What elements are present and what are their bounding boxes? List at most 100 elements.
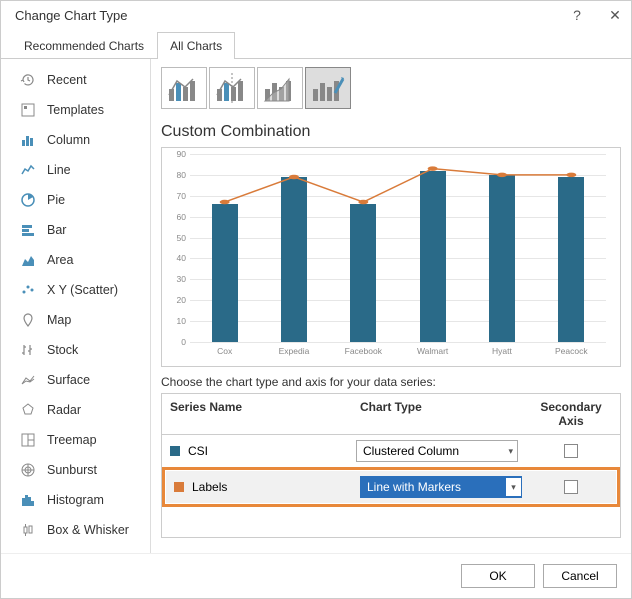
chevron-down-icon: ▾ (505, 478, 521, 496)
chart-bar (281, 177, 307, 342)
sidebar-label: Surface (47, 373, 90, 387)
pie-icon (19, 191, 37, 209)
sidebar-label: Treemap (47, 433, 97, 447)
combo-subtype-3[interactable] (257, 67, 303, 109)
series-name: CSI (188, 444, 208, 458)
sidebar-item-pie[interactable]: Pie (1, 185, 150, 215)
series-name: Labels (192, 480, 227, 494)
y-tick: 0 (181, 337, 186, 347)
series-row-csi: CSI Clustered Column▾ (162, 435, 620, 467)
sidebar-label: Stock (47, 343, 78, 357)
sidebar-item-scatter[interactable]: X Y (Scatter) (1, 275, 150, 305)
series-table: Series Name Chart Type Secondary Axis CS… (161, 393, 621, 538)
sidebar-label: Box & Whisker (47, 523, 129, 537)
chart-type-sidebar: Recent Templates Column Line Pie Bar Are… (1, 59, 151, 553)
close-button[interactable]: ✕ (607, 7, 623, 23)
sidebar-label: Line (47, 163, 71, 177)
templates-icon (19, 101, 37, 119)
section-title: Custom Combination (161, 123, 621, 141)
sidebar-item-line[interactable]: Line (1, 155, 150, 185)
recent-icon (19, 71, 37, 89)
sidebar-item-waterfall[interactable]: Waterfall (1, 545, 150, 553)
chart-bar (350, 204, 376, 342)
chart-preview[interactable]: 0 10 20 30 40 50 60 70 80 90 Cox Expedia Facebook Wa… (161, 147, 621, 367)
y-tick: 40 (177, 253, 186, 263)
sidebar-item-column[interactable]: Column (1, 125, 150, 155)
x-tick: Facebook (343, 342, 383, 364)
y-tick: 90 (177, 149, 186, 159)
chart-type-select-labels[interactable]: Line with Markers▾ (360, 476, 522, 498)
column-icon (19, 131, 37, 149)
sidebar-item-templates[interactable]: Templates (1, 95, 150, 125)
x-tick: Expedia (274, 342, 314, 364)
chart-bar (420, 171, 446, 342)
line-icon (19, 161, 37, 179)
sidebar-label: Column (47, 133, 90, 147)
sidebar-item-sunburst[interactable]: Sunburst (1, 455, 150, 485)
sidebar-label: Map (47, 313, 71, 327)
y-tick: 20 (177, 295, 186, 305)
chart-bar (212, 204, 238, 342)
header-chart-type: Chart Type (352, 394, 522, 434)
bar-icon (19, 221, 37, 239)
combo-subtype-2[interactable] (209, 67, 255, 109)
cancel-button[interactable]: Cancel (543, 564, 617, 588)
tab-all-charts[interactable]: All Charts (157, 32, 235, 59)
scatter-icon (19, 281, 37, 299)
chevron-down-icon: ▾ (508, 446, 513, 457)
combo-subtype-custom[interactable] (305, 67, 351, 109)
sidebar-item-stock[interactable]: Stock (1, 335, 150, 365)
secondary-axis-checkbox-csi[interactable] (564, 444, 578, 458)
series-swatch (170, 446, 180, 456)
x-tick: Cox (205, 342, 245, 364)
ok-button[interactable]: OK (461, 564, 535, 588)
series-row-labels: Labels Line with Markers▾ (166, 471, 616, 503)
sidebar-item-map[interactable]: Map (1, 305, 150, 335)
chart-bar (558, 177, 584, 342)
sidebar-label: Area (47, 253, 73, 267)
sidebar-label: Histogram (47, 493, 104, 507)
highlight-box: Labels Line with Markers▾ (162, 467, 620, 507)
sidebar-item-treemap[interactable]: Treemap (1, 425, 150, 455)
chart-bar (489, 175, 515, 342)
sidebar-item-surface[interactable]: Surface (1, 365, 150, 395)
sunburst-icon (19, 461, 37, 479)
choose-label: Choose the chart type and axis for your … (161, 375, 621, 389)
map-icon (19, 311, 37, 329)
combo-subtype-1[interactable] (161, 67, 207, 109)
sidebar-label: Radar (47, 403, 81, 417)
sidebar-item-area[interactable]: Area (1, 245, 150, 275)
header-series-name: Series Name (162, 394, 352, 434)
tab-recommended[interactable]: Recommended Charts (11, 32, 157, 59)
y-tick: 50 (177, 233, 186, 243)
y-tick: 10 (177, 316, 186, 326)
sidebar-label: Recent (47, 73, 87, 87)
histogram-icon (19, 491, 37, 509)
x-tick: Walmart (413, 342, 453, 364)
y-tick: 60 (177, 212, 186, 222)
sidebar-label: Bar (47, 223, 66, 237)
combo-subtype-row (161, 67, 621, 109)
area-icon (19, 251, 37, 269)
treemap-icon (19, 431, 37, 449)
x-tick: Hyatt (482, 342, 522, 364)
header-secondary-axis: Secondary Axis (522, 394, 620, 434)
radar-icon (19, 401, 37, 419)
sidebar-item-recent[interactable]: Recent (1, 65, 150, 95)
y-tick: 30 (177, 274, 186, 284)
stock-icon (19, 341, 37, 359)
series-swatch (174, 482, 184, 492)
sidebar-label: X Y (Scatter) (47, 283, 118, 297)
window-title: Change Chart Type (15, 8, 128, 23)
y-tick: 80 (177, 170, 186, 180)
chart-type-select-csi[interactable]: Clustered Column▾ (356, 440, 518, 462)
secondary-axis-checkbox-labels[interactable] (564, 480, 578, 494)
sidebar-item-boxwhisker[interactable]: Box & Whisker (1, 515, 150, 545)
sidebar-item-radar[interactable]: Radar (1, 395, 150, 425)
sidebar-item-histogram[interactable]: Histogram (1, 485, 150, 515)
help-button[interactable]: ? (569, 7, 585, 23)
y-tick: 70 (177, 191, 186, 201)
surface-icon (19, 371, 37, 389)
sidebar-item-bar[interactable]: Bar (1, 215, 150, 245)
sidebar-label: Templates (47, 103, 104, 117)
